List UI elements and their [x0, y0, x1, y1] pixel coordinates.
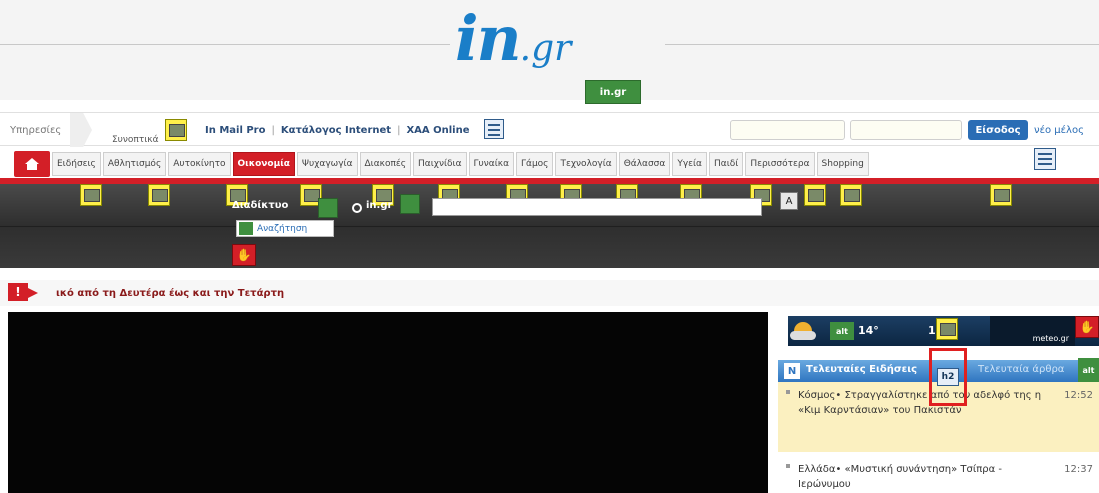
search-input[interactable]	[432, 198, 762, 216]
hand-pointer-icon: ✋	[1075, 316, 1099, 338]
radio-in-gr[interactable]	[352, 203, 362, 213]
news-item-text: Ελλάδα• «Μυστική συνάντηση» Τσίπρα - Ιερ…	[798, 464, 1003, 490]
search-icon	[239, 222, 253, 235]
tab-sports[interactable]: Αθλητισμός	[102, 152, 167, 176]
list-icon	[484, 119, 504, 139]
tag-icon	[400, 194, 420, 214]
services-arrow-icon	[70, 113, 92, 147]
image-placeholder-icon	[804, 184, 826, 206]
username-input[interactable]	[730, 120, 845, 140]
search-button[interactable]: Αναζήτηση	[236, 220, 334, 237]
header-divider-left	[0, 44, 450, 45]
tab-latest-news[interactable]: Τελευταίες Ειδήσεις	[806, 364, 917, 375]
header-divider-right	[665, 44, 1099, 45]
site-logo[interactable]: in.gr	[455, 2, 571, 75]
breaking-news-text[interactable]: ικό από τη Δευτέρα έως και την Τετάρτη	[56, 288, 284, 299]
main-video-area[interactable]	[8, 312, 768, 493]
tab-health[interactable]: Υγεία	[672, 152, 707, 176]
cloud-icon	[790, 331, 816, 340]
search-option-web[interactable]: Διαδίκτυο	[232, 200, 288, 211]
tab-holidays[interactable]: Διακοπές	[359, 152, 412, 176]
services-bar: Υπηρεσίες Συνοπτικά In Mail Pro | Κατάλο…	[0, 112, 1099, 147]
alert-tail-icon	[28, 288, 38, 298]
site-header: in.gr in.gr	[0, 0, 1099, 104]
tab-games[interactable]: Παιχνίδια	[413, 152, 467, 176]
alt-badge-icon: alt	[1078, 358, 1099, 382]
image-placeholder-icon	[936, 318, 958, 340]
news-item-time: 12:52	[1064, 390, 1093, 401]
login-button[interactable]: Είσοδος	[968, 120, 1028, 140]
weather-provider-label: meteo.gr	[1032, 334, 1069, 343]
home-button[interactable]	[14, 151, 50, 177]
services-sub-label[interactable]: Συνοπτικά	[112, 135, 159, 145]
list-icon	[1034, 148, 1056, 170]
tab-wedding[interactable]: Γάμος	[516, 152, 554, 176]
keyboard-key-button[interactable]: A	[780, 192, 798, 210]
tag-icon	[318, 198, 338, 218]
image-placeholder-icon	[990, 184, 1012, 206]
alert-icon: !	[8, 283, 28, 301]
tab-entertainment[interactable]: Ψυχαγωγία	[296, 152, 358, 176]
logo-main-text: in	[455, 2, 522, 75]
tab-latest-articles[interactable]: Τελευταία άρθρα	[978, 364, 1064, 375]
nav-tabs: Ειδήσεις Αθλητισμός Αυτοκίνητο Οικονομία…	[52, 152, 869, 176]
image-placeholder-icon	[165, 119, 187, 141]
image-placeholder-icon	[80, 184, 102, 206]
news-item-time: 12:37	[1064, 464, 1093, 475]
tab-more[interactable]: Περισσότερα	[745, 152, 815, 176]
image-placeholder-icon	[840, 184, 862, 206]
news-icon: N	[784, 363, 800, 379]
new-member-link[interactable]: νέο μέλος	[1034, 125, 1084, 136]
breaking-news-bar: ! ικό από τη Δευτέρα έως και την Τετάρτη	[0, 280, 1099, 306]
tab-child[interactable]: Παιδί	[709, 152, 744, 176]
heading-level-badge: h2	[937, 368, 959, 386]
password-input[interactable]	[850, 120, 962, 140]
services-links: In Mail Pro | Κατάλογος Internet | ΧΑΑ O…	[205, 125, 469, 136]
bullet-icon	[786, 464, 790, 468]
tab-economy[interactable]: Οικονομία	[232, 152, 295, 176]
tab-news[interactable]: Ειδήσεις	[52, 152, 101, 176]
tab-sea[interactable]: Θάλασσα	[618, 152, 671, 176]
weather-provider: meteo.gr	[990, 316, 1075, 346]
hand-pointer-icon: ✋	[232, 244, 256, 266]
service-link-catalog[interactable]: Κατάλογος Internet	[281, 125, 391, 136]
news-item[interactable]: Ελλάδα• «Μυστική συνάντηση» Τσίπρα - Ιερ…	[778, 456, 1099, 493]
bullet-icon	[786, 390, 790, 394]
main-nav: Ειδήσεις Αθλητισμός Αυτοκίνητο Οικονομία…	[0, 148, 1099, 178]
link-separator: |	[397, 125, 401, 136]
service-link-xaa[interactable]: ΧΑΑ Online	[406, 125, 469, 136]
tab-woman[interactable]: Γυναίκα	[468, 152, 514, 176]
services-label[interactable]: Υπηρεσίες	[10, 125, 61, 136]
alt-badge-icon: alt	[830, 322, 854, 340]
weather-temp-1: 14°	[858, 324, 879, 337]
logo-alt-badge: in.gr	[585, 80, 641, 104]
image-placeholder-icon	[148, 184, 170, 206]
search-option-site[interactable]: in.gr	[366, 200, 392, 211]
logo-suffix-text: .gr	[519, 28, 572, 69]
link-separator: |	[271, 125, 275, 136]
subnav-divider	[0, 226, 1099, 227]
home-icon	[25, 158, 39, 170]
tab-technology[interactable]: Τεχνολογία	[555, 152, 617, 176]
news-item-text: Κόσμος• Στραγγαλίστηκε από τον αδελφό τη…	[798, 390, 1042, 416]
tab-shopping[interactable]: Shopping	[816, 152, 869, 176]
search-button-label: Αναζήτηση	[257, 223, 308, 234]
service-link-inmail[interactable]: In Mail Pro	[205, 125, 266, 136]
tab-auto[interactable]: Αυτοκίνητο	[168, 152, 231, 176]
